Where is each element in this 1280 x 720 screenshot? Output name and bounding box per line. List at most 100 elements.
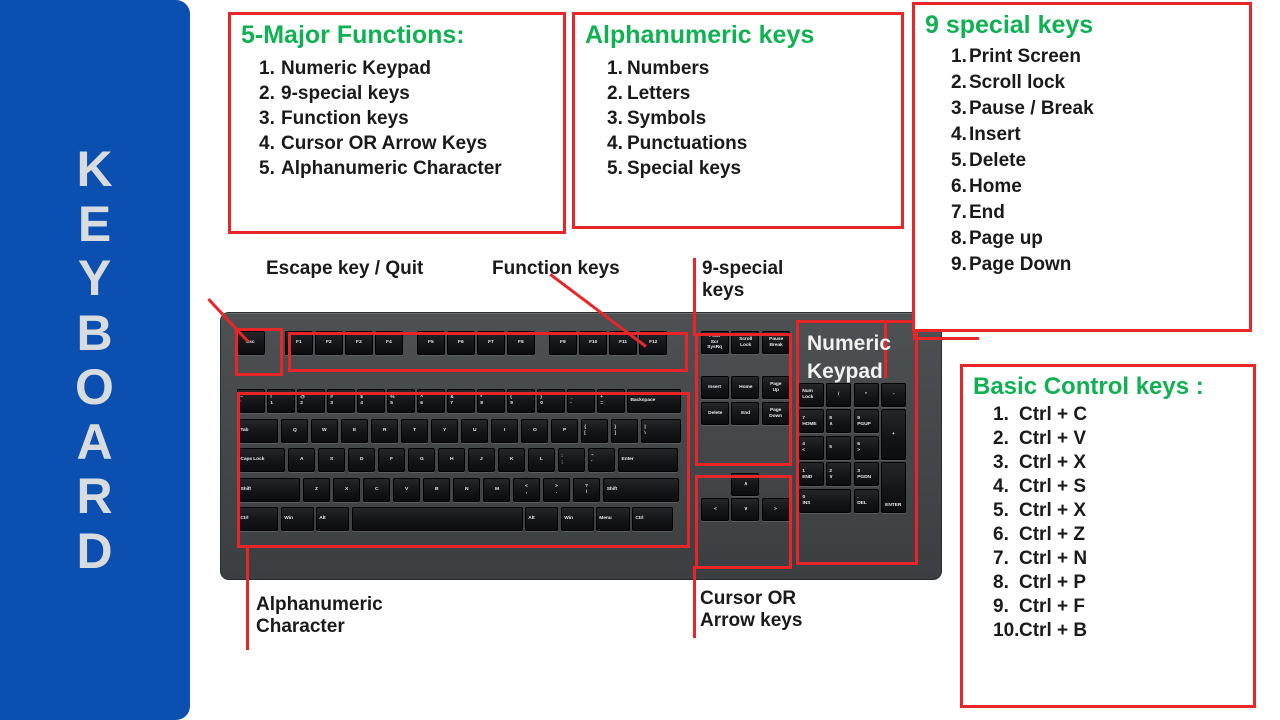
list-number: 1.	[951, 46, 967, 68]
list-number: 4.	[993, 476, 1009, 498]
list-text: Page up	[969, 228, 1043, 250]
list-number: 1.	[993, 404, 1009, 426]
keyboard-infographic: K E Y B O A R D 5-Major Functions: 1. Num…	[0, 0, 1280, 720]
list-number: 9.	[951, 254, 967, 276]
list-item: 1. Numbers	[585, 56, 891, 81]
list-text: Page Down	[969, 254, 1072, 276]
list-text: Numbers	[627, 57, 710, 79]
list-item: 6. Ctrl + Z	[973, 523, 1243, 547]
list-number: 3.	[993, 452, 1009, 474]
callout-function-keys: Function keys	[492, 258, 620, 279]
list-text: Scroll lock	[969, 72, 1066, 94]
list-text: Ctrl + C	[1019, 404, 1088, 426]
list-text: Letters	[627, 82, 691, 104]
list-text: Pause / Break	[969, 98, 1094, 120]
list-item: 2. Ctrl + V	[973, 427, 1243, 451]
list-number: 5.	[259, 157, 275, 179]
major-functions-list: 1. Numeric Keypad 2. 9-special keys 3. Func…	[241, 56, 553, 181]
list-text: Delete	[969, 150, 1027, 172]
list-text: Alphanumeric Character	[281, 157, 502, 179]
callout-numeric-keypad: Numeric Keypad	[807, 332, 892, 384]
list-text: End	[969, 202, 1005, 224]
list-item: 3. Ctrl + X	[973, 451, 1243, 475]
banner-letter: A	[76, 413, 114, 470]
leader-line-numpad-horizontal	[913, 337, 979, 340]
list-text: Ctrl + Z	[1019, 524, 1085, 546]
list-item: 1. Print Screen	[925, 44, 1239, 70]
list-item: 5. Ctrl + X	[973, 499, 1243, 523]
annotation-box-function-keys	[288, 332, 688, 372]
list-item: 4. Insert	[925, 122, 1239, 148]
banner-letter: D	[76, 522, 114, 579]
list-text: Numeric Keypad	[281, 57, 431, 79]
basic-control-keys-list: 1. Ctrl + C 2. Ctrl + V 3. Ctrl + X 4. Ctrl …	[973, 403, 1243, 643]
list-item: 4. Cursor OR Arrow Keys	[241, 131, 553, 156]
special-keys-list: 1. Print Screen 2. Scroll lock 3. Pause / B…	[925, 44, 1239, 278]
leader-line-nine-special	[693, 258, 696, 336]
leader-line-alphanumeric	[246, 546, 249, 650]
list-text: Print Screen	[969, 46, 1081, 68]
list-text: 9-special keys	[281, 82, 410, 104]
list-item: 1. Numeric Keypad	[241, 56, 553, 81]
list-text: Ctrl + S	[1019, 476, 1087, 498]
annotation-box-cursor-keys	[695, 475, 792, 569]
list-number: 3.	[951, 98, 967, 120]
list-item: 2. 9-special keys	[241, 81, 553, 106]
list-item: 4. Punctuations	[585, 131, 891, 156]
info-box-basic-control-keys: Basic Control keys : 1. Ctrl + C 2. Ctrl +…	[960, 364, 1256, 708]
box-title: 5-Major Functions:	[241, 21, 465, 49]
callout-cursor-arrow-keys: Cursor OR Arrow keys	[700, 588, 803, 632]
list-item: 9. Ctrl + F	[973, 595, 1243, 619]
list-number: 9.	[993, 596, 1009, 618]
list-number: 2.	[259, 82, 275, 104]
list-item: 1. Ctrl + C	[973, 403, 1243, 427]
list-item: 2. Letters	[585, 81, 891, 106]
list-item: 7. End	[925, 200, 1239, 226]
list-text: Ctrl + V	[1019, 428, 1087, 450]
list-number: 1.	[259, 57, 275, 79]
banner-letter: R	[76, 468, 114, 524]
box-title: Basic Control keys :	[973, 373, 1204, 400]
list-item: 5. Delete	[925, 148, 1239, 174]
box-title: Alphanumeric keys	[585, 21, 815, 49]
list-number: 6.	[993, 524, 1009, 546]
list-item: 6. Home	[925, 174, 1239, 200]
banner-letter: Y	[77, 250, 113, 306]
callout-escape-key: Escape key / Quit	[266, 258, 424, 279]
list-text: Ctrl + N	[1019, 548, 1088, 570]
list-text: Ctrl + X	[1019, 500, 1087, 522]
list-item: 5. Alphanumeric Character	[241, 156, 553, 181]
list-number: 5.	[993, 500, 1009, 522]
list-item: 5. Special keys	[585, 156, 891, 181]
list-number: 6.	[951, 176, 967, 198]
list-text: Punctuations	[627, 132, 748, 154]
info-box-alphanumeric-keys: Alphanumeric keys 1. Numbers 2. Letters 3.…	[572, 12, 904, 229]
banner-letter: B	[76, 304, 114, 361]
list-text: Ctrl + P	[1019, 572, 1087, 594]
list-number: 2.	[993, 428, 1009, 450]
list-item: 7. Ctrl + N	[973, 547, 1243, 571]
callout-alphanumeric-character: Alphanumeric Character	[256, 594, 383, 638]
list-item: 3. Function keys	[241, 106, 553, 131]
callout-nine-special-keys: 9-special keys	[702, 258, 784, 302]
list-number: 1.	[607, 57, 623, 79]
list-item: 8. Page up	[925, 226, 1239, 252]
list-text: Function keys	[281, 107, 409, 129]
list-item: 3. Pause / Break	[925, 96, 1239, 122]
alphanumeric-keys-list: 1. Numbers 2. Letters 3. Symbols 4. Punctuat…	[585, 56, 891, 181]
list-item: 9. Page Down	[925, 252, 1239, 278]
info-box-major-functions: 5-Major Functions: 1. Numeric Keypad 2. 9-…	[228, 12, 566, 234]
list-number: 8.	[951, 228, 967, 250]
list-text: Cursor OR Arrow Keys	[281, 132, 488, 154]
list-number: 7.	[951, 202, 967, 224]
annotation-box-nine-special	[695, 333, 792, 466]
list-number: 4.	[259, 132, 275, 154]
list-item: 8. Ctrl + P	[973, 571, 1243, 595]
list-item: 2. Scroll lock	[925, 70, 1239, 96]
list-number: 8.	[993, 572, 1009, 594]
list-item: 10. Ctrl + B	[973, 619, 1243, 643]
list-text: Symbols	[627, 107, 707, 129]
list-number: 3.	[607, 107, 623, 129]
list-text: Home	[969, 176, 1022, 198]
list-text: Ctrl + X	[1019, 452, 1087, 474]
